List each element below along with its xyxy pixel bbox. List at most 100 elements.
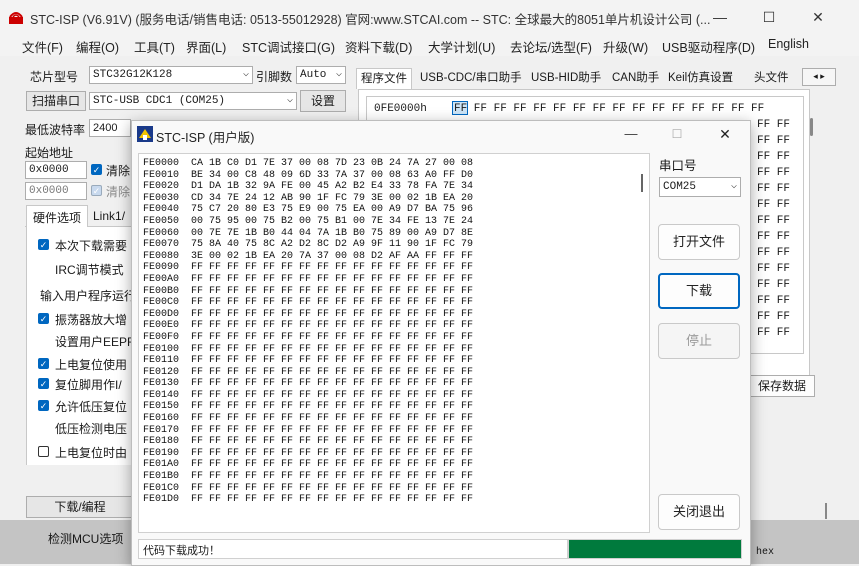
tab-link1[interactable]: Link1/ <box>93 209 125 223</box>
tab-hardware-options[interactable]: 硬件选项 <box>26 205 88 227</box>
menu-interface[interactable]: 界面(L) <box>186 37 226 56</box>
port-select[interactable]: STC-USB CDC1 (COM25) ⌵ <box>89 92 297 110</box>
hex-dump-row: FE0170 FF FF FF FF FF FF FF FF FF FF FF … <box>143 424 474 436</box>
option-10-label: 上电复位时由 <box>55 446 128 460</box>
dialog-maximize-button[interactable]: ☐ <box>665 123 689 145</box>
maximize-button[interactable]: ☐ <box>746 0 792 34</box>
min-baud-select[interactable]: 2400 <box>89 119 131 137</box>
min-baud-value: 2400 <box>93 122 118 134</box>
option-4-checkbox[interactable]: ✓ <box>38 313 49 324</box>
clear-1-checkbox[interactable]: ✓ <box>91 164 102 175</box>
minimize-button[interactable]: — <box>697 0 743 34</box>
start-address-1-input[interactable]: 0x0000 <box>25 161 87 179</box>
option-7-checkbox[interactable]: ✓ <box>38 378 49 389</box>
close-exit-button[interactable]: 关闭退出 <box>658 494 740 530</box>
dialog-port-label: 串口号 <box>659 159 697 173</box>
hex-col-5: FF FF <box>757 183 791 195</box>
dialog-download-button[interactable]: 下载 <box>658 273 740 309</box>
tab-can[interactable]: CAN助手 <box>608 68 663 88</box>
menu-english[interactable]: English <box>768 37 809 51</box>
option-8-label: 允许低压复位 <box>55 400 128 414</box>
option-3-label: 输入用户程序运行 <box>40 289 137 303</box>
hex-col-14: FF FF <box>757 327 791 339</box>
hex-dump-row: FE0090 FF FF FF FF FF FF FF FF FF FF FF … <box>143 262 474 274</box>
menu-university[interactable]: 大学计划(U) <box>428 37 495 56</box>
splitter-handle[interactable] <box>825 503 827 519</box>
tab-usb-hid[interactable]: USB-HID助手 <box>527 68 605 88</box>
dialog-title-bar: STC-ISP (用户版) — ☐ ✕ <box>132 121 750 149</box>
window-title: STC-ISP (V6.91V) (服务电话/销售电话: 0513-550129… <box>30 13 711 27</box>
option-4-label: 振荡器放大增 <box>55 313 128 327</box>
option-8-checkbox[interactable]: ✓ <box>38 400 49 411</box>
start-address-2-input[interactable]: 0x0000 <box>25 182 87 200</box>
hex-col-9: FF FF <box>757 247 791 259</box>
option-10-checkbox[interactable] <box>38 446 49 457</box>
dialog-minimize-button[interactable]: — <box>619 123 643 145</box>
hex-dump-row: FE01D0 FF FF FF FF FF FF FF FF FF FF FF … <box>143 494 474 506</box>
progress-bar <box>568 539 742 559</box>
hex-dump-row: FE0000 CA 1B C0 D1 7E 37 00 08 7D 23 0B … <box>143 158 474 169</box>
close-button[interactable]: ✕ <box>795 0 841 34</box>
menu-downloads[interactable]: 资料下载(D) <box>345 37 412 56</box>
clear-2-checkbox[interactable]: ✓ <box>91 185 102 196</box>
tab-scroll-arrows[interactable]: ◂ ▸ <box>802 68 836 86</box>
hex-dump-row: FE0140 FF FF FF FF FF FF FF FF FF FF FF … <box>143 389 474 401</box>
tab-keil-settings[interactable]: Keil仿真设置 <box>664 68 737 88</box>
hex-dump-row: FE0010 BE 34 00 C8 48 09 6D 33 7A 37 00 … <box>143 169 474 181</box>
status-box: 代码下载成功！ <box>138 539 568 559</box>
option-6-label: 上电复位使用 <box>55 358 128 372</box>
clear-1-label: 清除 <box>106 164 131 178</box>
dump-scrollbar-thumb[interactable] <box>641 174 643 192</box>
hex-dump-row: FE01A0 FF FF FF FF FF FF FF FF FF FF FF … <box>143 459 474 471</box>
option-9-label: 低压检测电压 <box>55 422 128 436</box>
pins-label: 引脚数 <box>256 70 293 84</box>
open-file-button[interactable]: 打开文件 <box>658 224 740 260</box>
option-1-checkbox[interactable]: ✓ <box>38 239 49 250</box>
hex-col-11: FF FF <box>757 279 791 291</box>
tab-header-file[interactable]: 头文件 <box>750 68 793 88</box>
stc-isp-icon <box>137 126 153 142</box>
min-baud-label: 最低波特率 <box>25 123 86 137</box>
menu-tools[interactable]: 工具(T) <box>134 37 175 56</box>
menu-debug-interface[interactable]: STC调试接口(G) <box>242 37 335 56</box>
hex-dump-row: FE00D0 FF FF FF FF FF FF FF FF FF FF FF … <box>143 308 474 320</box>
hex-col-8: FF FF <box>757 231 791 243</box>
menu-program[interactable]: 编程(O) <box>76 37 119 56</box>
hex-scrollbar-thumb[interactable] <box>810 118 813 136</box>
hex-dump-row: FE0020 D1 DA 1B 32 9A FE 00 45 A2 B2 E4 … <box>143 181 474 193</box>
hex-dump-row: FE00F0 FF FF FF FF FF FF FF FF FF FF FF … <box>143 331 474 343</box>
option-6-checkbox[interactable]: ✓ <box>38 358 49 369</box>
menu-forum[interactable]: 去论坛/选型(F) <box>510 37 592 56</box>
dialog-close-button[interactable]: ✕ <box>713 123 737 145</box>
hex-dump-row: FE00B0 FF FF FF FF FF FF FF FF FF FF FF … <box>143 285 474 297</box>
hex-col-13: FF FF <box>757 311 791 323</box>
tab-program-file[interactable]: 程序文件 <box>356 68 412 89</box>
hex-dump-row: FE0130 FF FF FF FF FF FF FF FF FF FF FF … <box>143 378 474 390</box>
chip-model-value: STC32G12K128 <box>93 69 173 81</box>
stop-button[interactable]: 停止 <box>658 323 740 359</box>
pins-value: Auto <box>300 69 327 81</box>
hex-dump-row: FE0110 FF FF FF FF FF FF FF FF FF FF FF … <box>143 355 474 367</box>
hex-dump-row: FE0100 FF FF FF FF FF FF FF FF FF FF FF … <box>143 343 474 355</box>
save-data-button[interactable]: 保存数据 <box>749 375 815 397</box>
chevron-down-icon: ⌵ <box>242 69 249 80</box>
hex-dump-row: FE01B0 FF FF FF FF FF FF FF FF FF FF FF … <box>143 471 474 483</box>
tab-usb-cdc[interactable]: USB-CDC/串口助手 <box>416 68 526 88</box>
pins-select[interactable]: Auto ⌵ <box>296 66 346 84</box>
scan-port-button[interactable]: 扫描串口 <box>26 91 86 111</box>
menu-upgrade[interactable]: 升级(W) <box>603 37 648 56</box>
hex-dump-row: FE0150 FF FF FF FF FF FF FF FF FF FF FF … <box>143 401 474 413</box>
hex-dump-row: FE0040 75 C7 20 80 E3 75 E9 00 75 EA 00 … <box>143 204 474 216</box>
menu-file[interactable]: 文件(F) <box>22 37 63 56</box>
hex-dump-row: FE0080 3E 00 02 1B EA 20 7A 37 00 08 D2 … <box>143 250 474 262</box>
tab-hardware-options-label: 硬件选项 <box>33 211 82 225</box>
hex-dump-row: FE0030 CD 34 7E 24 12 AB 90 1F FC 79 3E … <box>143 192 474 204</box>
hex-dump-row: FE00A0 FF FF FF FF FF FF FF FF FF FF FF … <box>143 273 474 285</box>
download-program-button[interactable]: 下载/编程 <box>26 496 134 518</box>
start-address-label: 起始地址 <box>25 146 74 160</box>
hex-col-1: FF FF <box>757 119 791 131</box>
dialog-port-select[interactable]: COM25 ⌵ <box>659 177 741 197</box>
menu-usb-driver[interactable]: USB驱动程序(D) <box>662 37 755 56</box>
settings-button[interactable]: 设置 <box>300 90 346 112</box>
chip-model-select[interactable]: STC32G12K128 ⌵ <box>89 66 253 84</box>
